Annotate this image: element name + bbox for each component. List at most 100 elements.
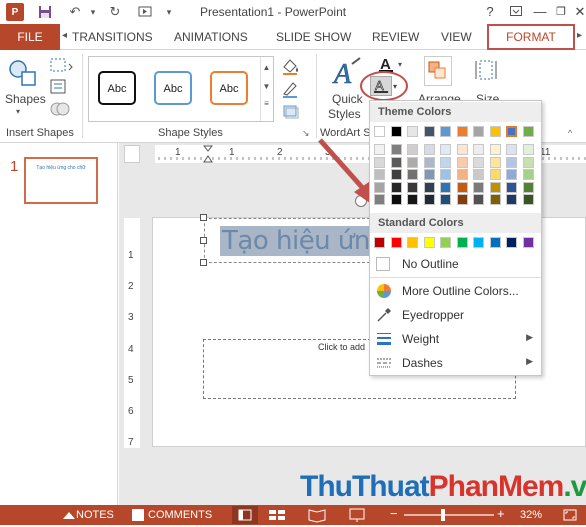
- tab-scroll-left-icon[interactable]: ◂: [62, 30, 67, 41]
- title-text[interactable]: Tạo hiệu ứn: [220, 226, 372, 256]
- slideshow-view-button[interactable]: [346, 506, 368, 524]
- theme-color-swatch[interactable]: [506, 126, 517, 137]
- comments-button[interactable]: COMMENTS: [148, 509, 212, 521]
- shape-fill-icon[interactable]: [280, 57, 306, 75]
- theme-shade-swatch[interactable]: [390, 194, 402, 205]
- theme-shade-swatch[interactable]: [522, 144, 534, 155]
- redo-icon[interactable]: ↻: [106, 3, 124, 21]
- tab-transitions[interactable]: TRANSITIONS: [72, 24, 153, 50]
- theme-shade-swatch[interactable]: [506, 156, 517, 168]
- theme-shade-swatch[interactable]: [456, 181, 468, 193]
- theme-shade-swatch[interactable]: [473, 169, 484, 180]
- theme-color-swatch[interactable]: [374, 126, 385, 137]
- theme-shade-swatch[interactable]: [423, 194, 435, 205]
- resize-handle[interactable]: [200, 237, 207, 244]
- theme-shade-swatch[interactable]: [456, 194, 468, 205]
- theme-shade-swatch[interactable]: [522, 181, 534, 193]
- indent-marker-icon[interactable]: [203, 145, 213, 163]
- theme-color-swatch[interactable]: [522, 126, 534, 137]
- restore-button[interactable]: ❐: [551, 2, 571, 22]
- theme-shade-swatch[interactable]: [390, 144, 402, 155]
- standard-color-swatch[interactable]: [374, 237, 385, 248]
- shapes-label[interactable]: Shapes: [5, 92, 46, 106]
- theme-shade-swatch[interactable]: [374, 144, 385, 155]
- zoom-in-button[interactable]: +: [497, 506, 505, 521]
- shapes-dropdown-icon[interactable]: ▾: [16, 107, 20, 116]
- standard-color-swatch[interactable]: [506, 237, 517, 248]
- theme-shade-swatch[interactable]: [440, 169, 451, 180]
- standard-color-swatch[interactable]: [456, 237, 468, 248]
- theme-shade-swatch[interactable]: [390, 181, 402, 193]
- undo-dropdown-icon[interactable]: ▾: [84, 3, 102, 21]
- theme-shade-swatch[interactable]: [522, 169, 534, 180]
- theme-shade-swatch[interactable]: [489, 156, 501, 168]
- comments-icon[interactable]: [132, 509, 144, 521]
- text-box-icon[interactable]: [48, 78, 76, 96]
- undo-icon[interactable]: ↶: [66, 3, 84, 21]
- slide-sorter-button[interactable]: [266, 506, 288, 524]
- theme-shade-swatch[interactable]: [440, 144, 451, 155]
- theme-shade-swatch[interactable]: [522, 156, 534, 168]
- theme-shade-swatch[interactable]: [456, 169, 468, 180]
- shape-outline-icon[interactable]: [280, 80, 306, 98]
- theme-shade-swatch[interactable]: [423, 169, 435, 180]
- dashes-item[interactable]: Dashes ▶: [370, 351, 541, 375]
- theme-shade-swatch[interactable]: [440, 156, 451, 168]
- slide-thumbnail[interactable]: Tạo hiệu ứng cho chữ: [24, 157, 98, 204]
- save-icon[interactable]: [36, 3, 54, 21]
- arrange-icon[interactable]: [424, 56, 452, 86]
- theme-shade-swatch[interactable]: [473, 156, 484, 168]
- theme-shade-swatch[interactable]: [473, 144, 484, 155]
- theme-shade-swatch[interactable]: [506, 144, 517, 155]
- text-outline-button[interactable]: A: [370, 76, 392, 96]
- tab-animations[interactable]: ANIMATIONS: [174, 24, 248, 50]
- size-icon[interactable]: [474, 56, 498, 86]
- normal-view-button[interactable]: [232, 506, 258, 524]
- theme-shade-swatch[interactable]: [423, 181, 435, 193]
- theme-shade-swatch[interactable]: [473, 181, 484, 193]
- resize-handle[interactable]: [200, 214, 207, 221]
- shape-style-black[interactable]: Abc: [98, 71, 136, 105]
- standard-color-swatch[interactable]: [440, 237, 451, 248]
- theme-color-swatch[interactable]: [489, 126, 501, 137]
- theme-shade-swatch[interactable]: [374, 194, 385, 205]
- theme-shade-swatch[interactable]: [522, 194, 534, 205]
- text-fill-dropdown-icon[interactable]: ▾: [398, 60, 402, 69]
- standard-color-swatch[interactable]: [390, 237, 402, 248]
- tab-review[interactable]: REVIEW: [372, 24, 419, 50]
- ribbon-display-button[interactable]: [506, 2, 526, 22]
- more-outline-colors-item[interactable]: More Outline Colors...: [370, 279, 541, 303]
- zoom-level[interactable]: 32%: [520, 509, 542, 521]
- fit-to-window-button[interactable]: [562, 507, 578, 523]
- theme-color-swatch[interactable]: [456, 126, 468, 137]
- shapes-gallery-icon[interactable]: [6, 56, 40, 90]
- theme-shade-swatch[interactable]: [423, 156, 435, 168]
- tab-format[interactable]: FORMAT: [487, 24, 575, 50]
- theme-shade-swatch[interactable]: [489, 169, 501, 180]
- shape-effects-icon[interactable]: [280, 102, 306, 120]
- tab-scroll-right-icon[interactable]: ▸: [577, 30, 582, 41]
- text-outline-dropdown-icon[interactable]: ▾: [393, 82, 397, 91]
- theme-shade-swatch[interactable]: [489, 144, 501, 155]
- shape-style-blue[interactable]: Abc: [154, 71, 192, 105]
- tab-slide-show[interactable]: SLIDE SHOW: [276, 24, 351, 50]
- edit-shape-icon[interactable]: [48, 56, 76, 76]
- theme-shade-swatch[interactable]: [407, 169, 418, 180]
- theme-shade-swatch[interactable]: [423, 144, 435, 155]
- resize-handle[interactable]: [200, 259, 207, 266]
- customize-qat-icon[interactable]: ▾: [160, 3, 178, 21]
- theme-shade-swatch[interactable]: [489, 181, 501, 193]
- theme-shade-swatch[interactable]: [473, 194, 484, 205]
- gallery-down-icon[interactable]: ▼: [261, 82, 272, 91]
- theme-shade-swatch[interactable]: [440, 194, 451, 205]
- theme-shade-swatch[interactable]: [407, 194, 418, 205]
- standard-color-swatch[interactable]: [522, 237, 534, 248]
- wordart-quick-styles-icon[interactable]: A: [330, 56, 364, 90]
- shape-style-orange[interactable]: Abc: [210, 71, 248, 105]
- zoom-out-button[interactable]: −: [390, 506, 398, 521]
- theme-shade-swatch[interactable]: [506, 181, 517, 193]
- standard-color-swatch[interactable]: [489, 237, 501, 248]
- theme-color-swatch[interactable]: [473, 126, 484, 137]
- theme-shade-swatch[interactable]: [390, 169, 402, 180]
- theme-shade-swatch[interactable]: [489, 194, 501, 205]
